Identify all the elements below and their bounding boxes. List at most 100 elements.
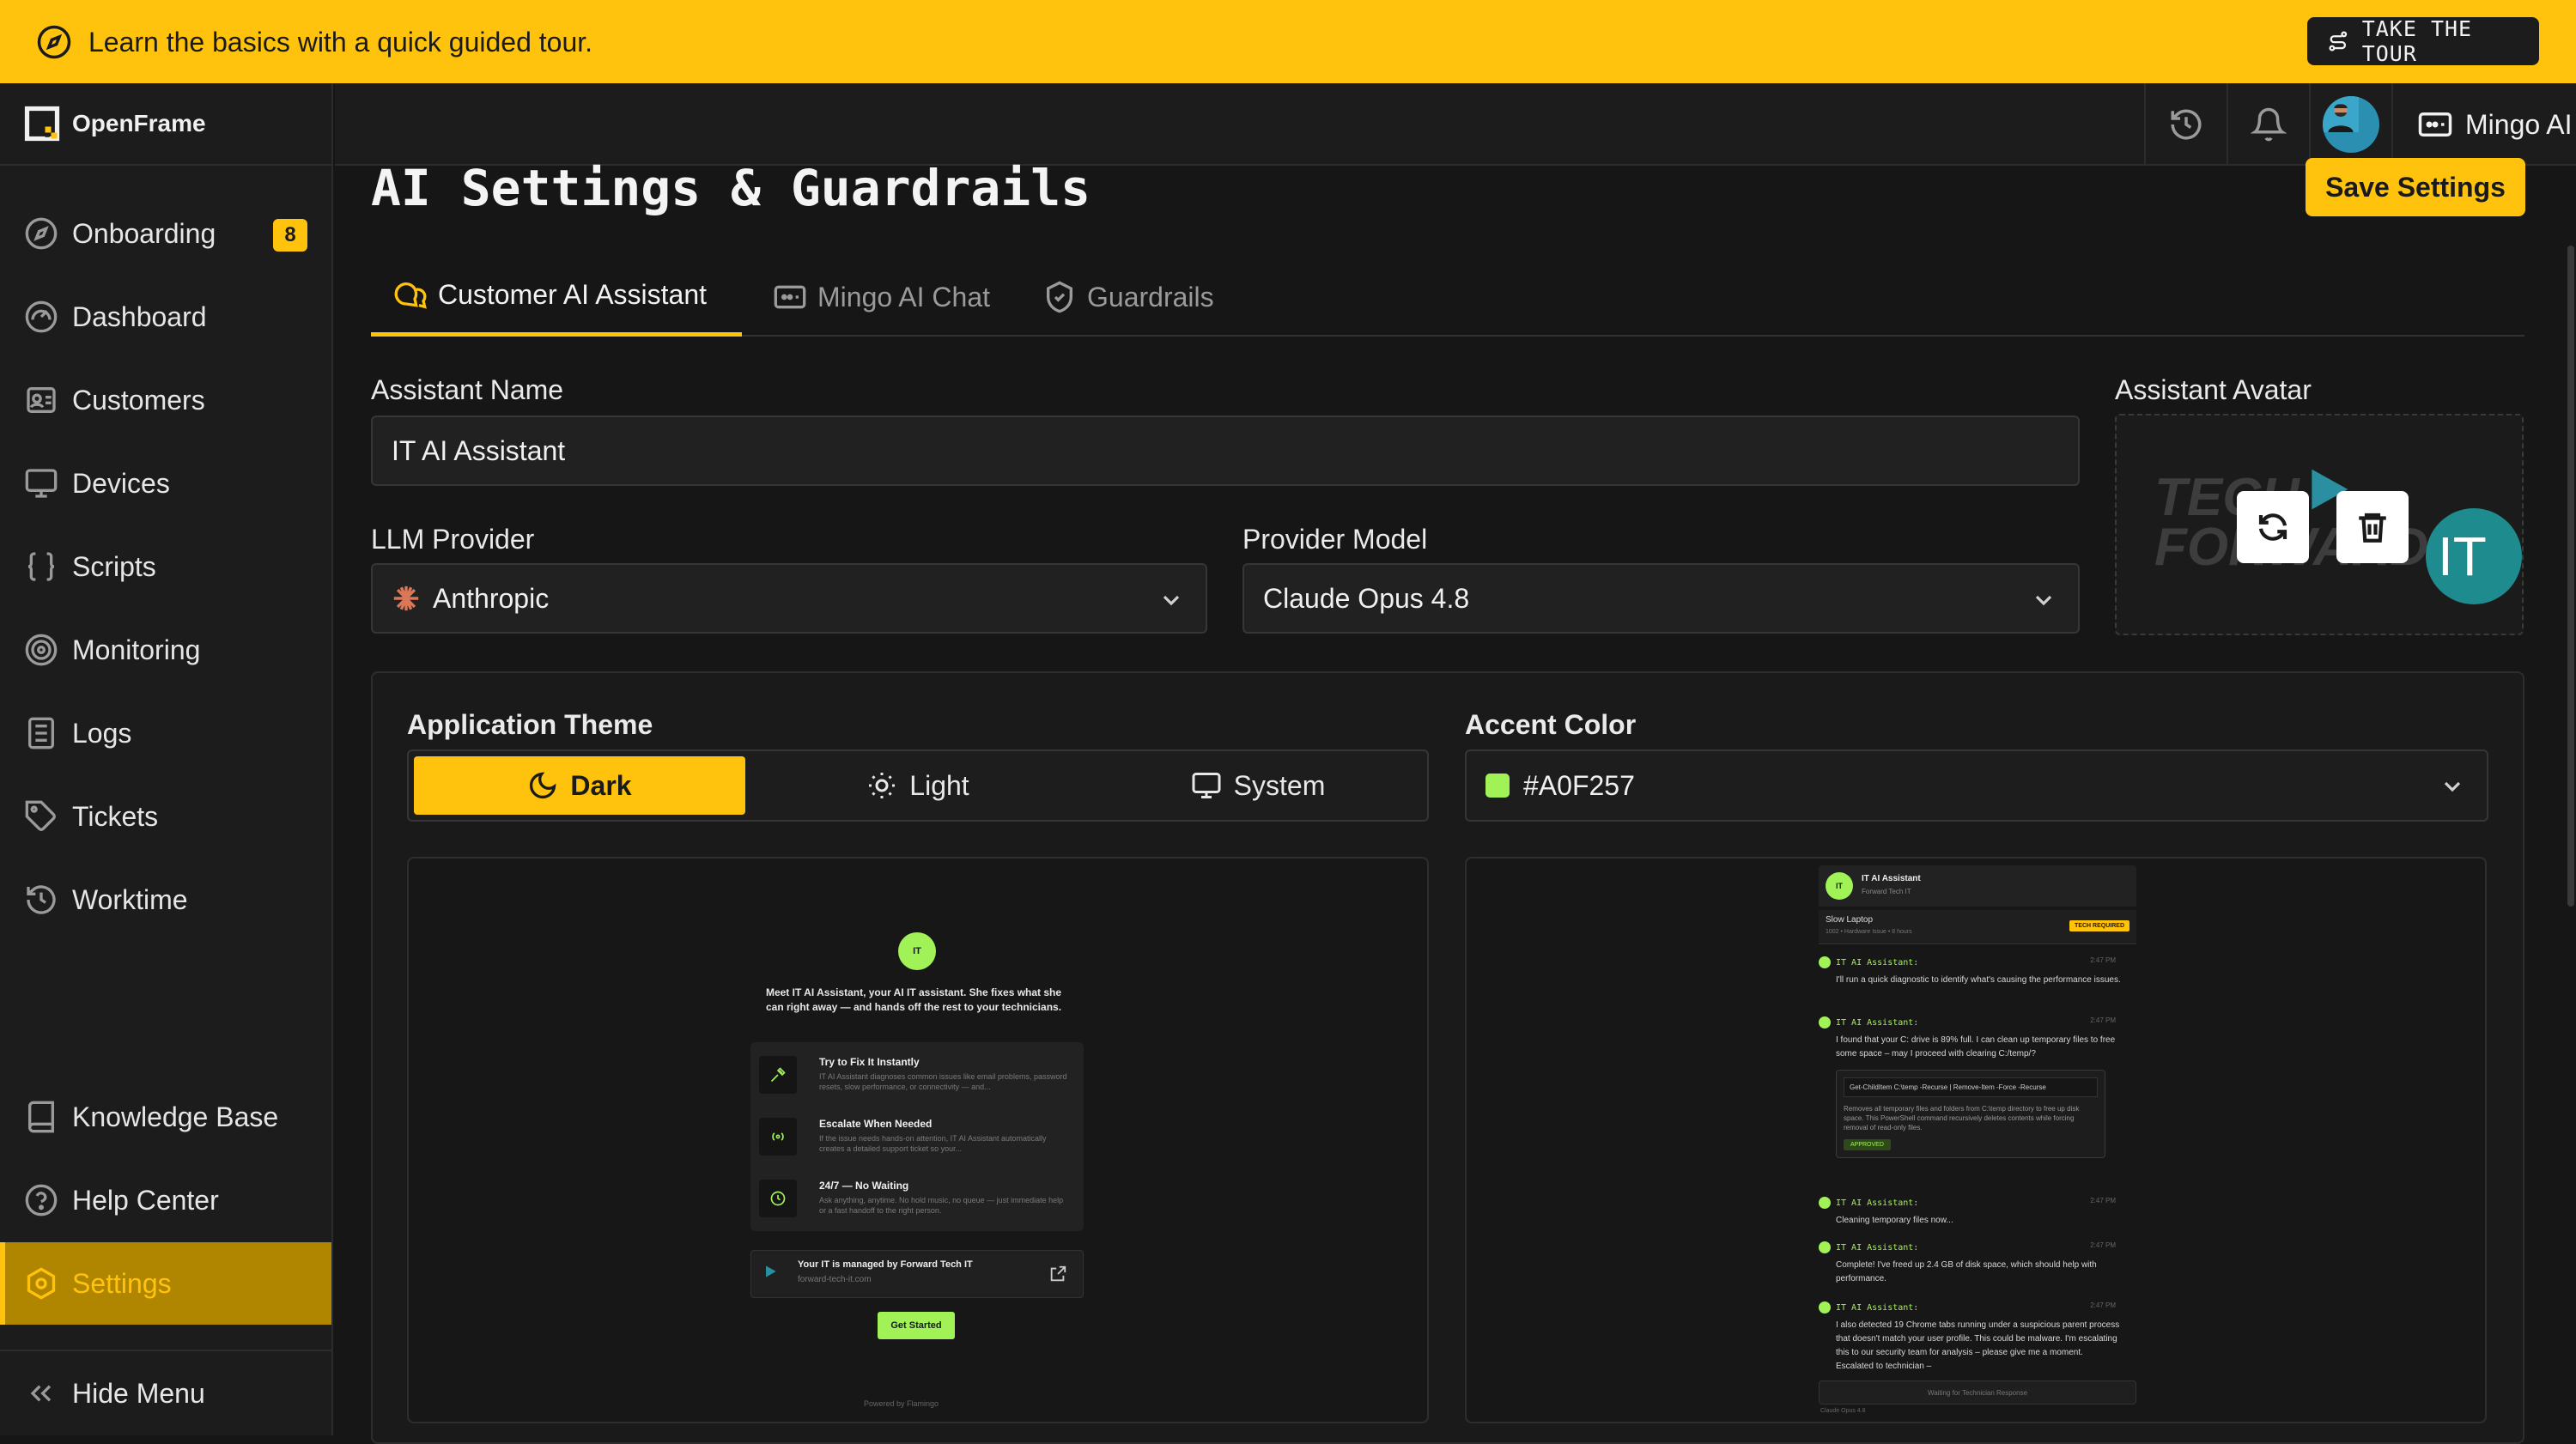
- sidebar-item-label: Help Center: [72, 1184, 219, 1216]
- clock-icon: [27, 885, 56, 914]
- history-icon: [2171, 109, 2202, 140]
- message-time: 2:47 PM: [2090, 1016, 2116, 1024]
- app-logo[interactable]: OpenFrame: [24, 106, 206, 142]
- replace-avatar-button[interactable]: [2237, 491, 2309, 563]
- managed-url: forward-tech-it.com: [798, 1275, 872, 1284]
- sidebar-item-monitoring[interactable]: Monitoring: [0, 609, 331, 691]
- theme-option-system[interactable]: System: [1092, 756, 1424, 815]
- take-tour-button[interactable]: TAKE THE TOUR: [2307, 16, 2539, 66]
- help-icon: [25, 1184, 58, 1216]
- sidebar-item-knowledge-base[interactable]: Knowledge Base: [0, 1076, 331, 1158]
- sidebar-item-help-center[interactable]: Help Center: [0, 1159, 331, 1241]
- chevrons-left-icon: [30, 1385, 52, 1402]
- theme-option-dark[interactable]: Dark: [414, 756, 745, 815]
- user-avatar-button[interactable]: [2309, 83, 2391, 166]
- ticket-meta: 1002 • Hardware Issue • 8 hours: [1826, 929, 1912, 935]
- tag-icon: [25, 800, 56, 831]
- tools-icon: [770, 1067, 786, 1083]
- compass-icon: [37, 25, 71, 59]
- chevron-down-icon: [2444, 781, 2461, 792]
- braces-icon: [27, 552, 55, 581]
- sidebar-item-logs[interactable]: Logs: [0, 692, 331, 774]
- theme-option-light[interactable]: Light: [752, 756, 1084, 815]
- sidebar-item-scripts[interactable]: Scripts: [0, 525, 331, 608]
- sidebar-item-label: Scripts: [72, 550, 156, 582]
- openframe-logo-icon: [24, 106, 60, 142]
- tab-guardrails[interactable]: Guardrails: [1042, 258, 1214, 337]
- feature-text: Ask anything, anytime. No hold music, no…: [819, 1196, 1064, 1215]
- application-theme-label: Application Theme: [407, 709, 653, 740]
- chat-bot-icon: [774, 285, 806, 309]
- theme-option-label: Dark: [570, 769, 632, 801]
- command-description: Removes all temporary files and folders …: [1844, 1105, 2080, 1132]
- assistant-name-input[interactable]: IT AI Assistant: [371, 416, 2080, 486]
- sidebar-item-label: Onboarding: [72, 217, 216, 249]
- chat-message: IT AI Assistant: 2:47 PM I found that yo…: [1819, 1016, 2121, 1158]
- sidebar-item-dashboard[interactable]: Dashboard: [0, 276, 331, 358]
- accent-color-select[interactable]: #A0F257: [1465, 749, 2488, 822]
- preview-ticket-bar: Slow Laptop 1002 • Hardware Issue • 8 ho…: [1819, 910, 2136, 944]
- sidebar-item-onboarding[interactable]: Onboarding 8: [0, 192, 331, 275]
- tab-customer-ai-assistant[interactable]: Customer AI Assistant: [371, 258, 742, 337]
- assistant-mini-avatar: IT: [898, 932, 936, 970]
- assistant-avatar-uploader[interactable]: TECH FORWARD IT: [2115, 414, 2524, 635]
- sun-icon: [869, 773, 896, 798]
- save-settings-button[interactable]: Save Settings: [2306, 158, 2525, 216]
- chevron-down-icon: [1163, 595, 1180, 606]
- notifications-button[interactable]: [2227, 83, 2309, 166]
- clock-icon: [770, 1191, 786, 1206]
- chat-message: IT AI Assistant: 2:47 PM Cleaning tempor…: [1819, 1197, 2121, 1228]
- list-item: Escalate When Needed If the issue needs …: [759, 1107, 1075, 1166]
- accent-color-swatch: [1485, 774, 1510, 798]
- sidebar-item-settings[interactable]: Settings: [0, 1242, 331, 1325]
- avatar-initials: IT: [2426, 508, 2522, 604]
- assistant-name-value: IT AI Assistant: [392, 434, 566, 466]
- shield-check-icon: [1047, 281, 1072, 313]
- message-time: 2:47 PM: [2090, 1301, 2116, 1309]
- tab-label: Customer AI Assistant: [438, 279, 708, 310]
- assistant-mini-avatar: IT: [1826, 872, 1853, 900]
- scrollbar-thumb[interactable]: [2567, 246, 2574, 907]
- provider-model-select[interactable]: Claude Opus 4.8: [1242, 563, 2080, 634]
- avatar: [2323, 96, 2379, 153]
- preview-get-started-button: Get Started: [878, 1312, 955, 1339]
- moon-icon: [530, 772, 556, 799]
- sidebar-item-tickets[interactable]: Tickets: [0, 775, 331, 858]
- message-time: 2:47 PM: [2090, 956, 2116, 964]
- compass-icon: [25, 217, 58, 250]
- provider-model-value: Claude Opus 4.8: [1263, 582, 1470, 614]
- provider-model-label: Provider Model: [1242, 524, 1428, 555]
- theme-option-label: Light: [909, 769, 969, 801]
- play-icon: [766, 1265, 776, 1277]
- delete-avatar-button[interactable]: [2336, 491, 2409, 563]
- message-time: 2:47 PM: [2090, 1241, 2116, 1249]
- sidebar-item-worktime[interactable]: Worktime: [0, 859, 331, 941]
- take-tour-label: TAKE THE TOUR: [2361, 16, 2473, 66]
- llm-provider-select[interactable]: Anthropic: [371, 563, 1207, 634]
- hide-menu-button[interactable]: Hide Menu: [0, 1352, 331, 1435]
- llm-provider-label: LLM Provider: [371, 524, 535, 555]
- assistant-avatar-label: Assistant Avatar: [2115, 374, 2312, 405]
- sidebar-item-devices[interactable]: Devices: [0, 442, 331, 525]
- mingo-ai-label: Mingo AI: [2465, 108, 2573, 140]
- command-block: Get-ChildItem C:\temp -Recurse | Remove-…: [1836, 1070, 2105, 1158]
- banner-text: Learn the basics with a quick guided tou…: [88, 27, 593, 58]
- trash-icon: [2359, 513, 2386, 543]
- chat-message: IT AI Assistant: 2:47 PM Complete! I've …: [1819, 1241, 2121, 1286]
- mingo-ai-button[interactable]: Mingo AI: [2391, 83, 2576, 166]
- feature-title: 24/7 — No Waiting: [819, 1180, 909, 1192]
- anthropic-icon: [393, 585, 419, 611]
- command-text: Get-ChildItem C:\temp -Recurse | Remove-…: [1844, 1077, 2098, 1097]
- welcome-screen-preview: IT Meet IT AI Assistant, your AI IT assi…: [407, 857, 1429, 1423]
- route-icon: [2329, 31, 2348, 52]
- chat-subtitle: Forward Tech IT: [1862, 888, 1911, 895]
- feature-text: IT AI Assistant diagnoses common issues …: [819, 1072, 1067, 1091]
- hide-menu-label: Hide Menu: [72, 1377, 205, 1409]
- sidebar-item-label: Tickets: [72, 800, 159, 832]
- chat-title: IT AI Assistant: [1862, 874, 1921, 883]
- history-button[interactable]: [2144, 83, 2227, 166]
- gauge-icon: [25, 300, 58, 333]
- tab-mingo-ai-chat[interactable]: Mingo AI Chat: [773, 258, 990, 337]
- sidebar-item-label: Dashboard: [72, 300, 207, 332]
- sidebar-item-customers[interactable]: Customers: [0, 359, 331, 441]
